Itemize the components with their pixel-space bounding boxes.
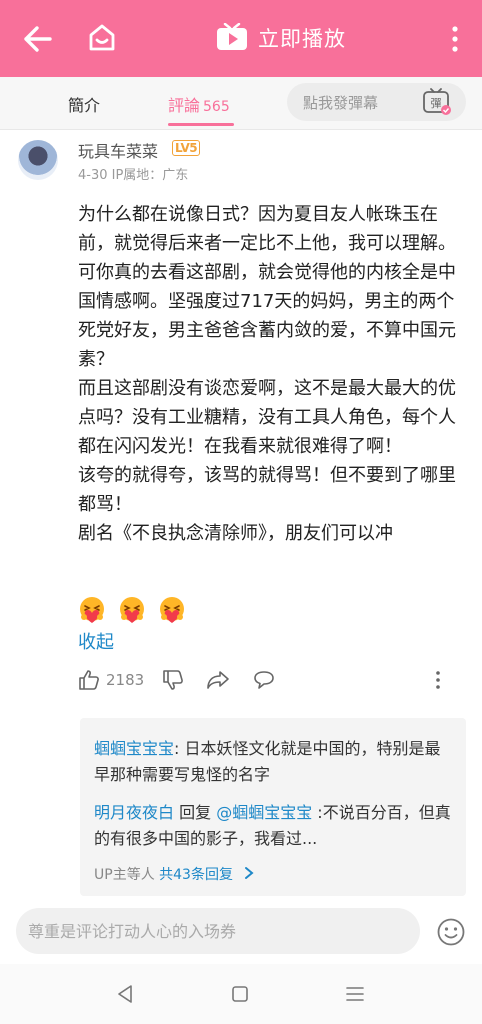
more-options-icon[interactable]: [432, 669, 444, 691]
tab-intro[interactable]: 簡介: [68, 92, 100, 116]
heart-hug-emoji-icon: [160, 597, 184, 623]
reply-item: 蝈蝈宝宝宝: 日本妖怪文化就是中国的，特别是最早那种需要写鬼怪的名字: [94, 736, 454, 788]
reply-username[interactable]: 蝈蝈宝宝宝: [94, 739, 174, 758]
share-icon[interactable]: [206, 669, 230, 691]
like-count: 2183: [106, 671, 145, 689]
comment-username[interactable]: 玩具车菜菜: [78, 138, 158, 162]
nav-menu-icon[interactable]: [345, 984, 365, 1004]
reply-bubble-icon[interactable]: [252, 669, 276, 691]
play-now-button[interactable]: 立即播放: [216, 23, 346, 53]
danmaku-icon-text: 彈: [431, 97, 442, 110]
comment-actions: 2183: [0, 666, 482, 694]
play-now-label: 立即播放: [258, 27, 346, 51]
danmaku-placeholder: 點我發彈幕: [303, 94, 379, 112]
comment-paragraph: 剧名《不良执念清除师》，朋友们可以冲: [78, 523, 393, 544]
reply-more-count: 共43条回复: [159, 867, 233, 883]
comment-input-bar: [0, 898, 482, 964]
view-more-replies[interactable]: UP主等人 共43条回复: [94, 864, 255, 884]
collapse-link[interactable]: 收起: [78, 628, 114, 654]
tv-play-icon: [217, 23, 247, 50]
reply-item: 明月夜夜白 回复 @蝈蝈宝宝宝 :不说百分百，但真的有很多中国的影子，我看过..…: [94, 800, 454, 852]
avatar[interactable]: [18, 140, 58, 180]
nav-back-icon[interactable]: [116, 984, 134, 1004]
danmaku-toggle-icon[interactable]: 彈: [422, 88, 452, 116]
comment-input[interactable]: [16, 908, 420, 954]
comment-paragraph: 而且这部剧没有谈恋爱啊，这不是最大最大的优点吗？没有工业糖精，没有工具人角色，每…: [78, 378, 456, 457]
back-arrow-icon[interactable]: [22, 24, 54, 54]
danmaku-input[interactable]: 點我發彈幕 彈: [287, 83, 466, 121]
comments-count: 565: [203, 99, 230, 115]
comment-body: 为什么都在说像日式？因为夏目友人帐珠玉在前，就觉得后来者一定比不上他，我可以理解…: [78, 200, 470, 548]
chevron-right-icon: [245, 867, 254, 879]
heart-hug-emoji-icon: [80, 597, 104, 623]
comment-paragraph: 该夸的就得夸，该骂的就得骂！但不要到了哪里都骂！: [78, 465, 456, 515]
reply-connector: 回复: [174, 803, 217, 822]
tab-comments-label: 評論: [168, 96, 201, 115]
home-icon[interactable]: [86, 22, 118, 54]
tab-comments[interactable]: 評論 565: [168, 92, 230, 116]
reply-mention[interactable]: @蝈蝈宝宝宝: [216, 803, 312, 822]
system-nav-bar: [0, 964, 482, 1024]
reply-more-prefix: UP主等人: [94, 867, 160, 883]
thumbs-down-icon[interactable]: [162, 669, 184, 691]
heart-hug-emoji-icon: [120, 597, 144, 623]
comment-paragraph: 为什么都在说像日式？因为夏目友人帐珠玉在前，就觉得后来者一定比不上他，我可以理解…: [78, 204, 456, 370]
emoji-row: [78, 596, 186, 624]
replies-box[interactable]: 蝈蝈宝宝宝: 日本妖怪文化就是中国的，特别是最早那种需要写鬼怪的名字 明月夜夜白…: [80, 718, 466, 896]
emoji-picker-icon[interactable]: [436, 917, 466, 947]
top-bar: 立即播放: [0, 0, 482, 77]
more-vertical-icon[interactable]: [446, 24, 464, 54]
comment-meta: 4-30 IP属地：广东: [78, 168, 189, 183]
nav-home-icon[interactable]: [230, 984, 250, 1004]
level-badge: LV5: [172, 140, 201, 156]
reply-username[interactable]: 明月夜夜白: [94, 803, 174, 822]
thumbs-up-icon[interactable]: [78, 669, 100, 691]
tab-active-indicator: [168, 123, 234, 126]
